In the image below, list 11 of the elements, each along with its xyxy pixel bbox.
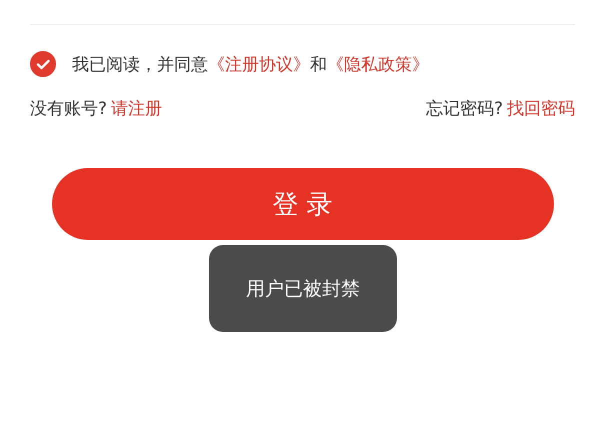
recover-password-link[interactable]: 找回密码	[507, 97, 575, 120]
agreement-link[interactable]: 《隐私政策》	[327, 54, 429, 74]
checkmark-icon	[36, 59, 50, 69]
checkbox[interactable]	[30, 51, 56, 77]
register-link[interactable]: 请注册	[111, 97, 162, 120]
forgot-password-prompt: 忘记密码?	[426, 98, 503, 120]
register-prompt: 没有账号?	[30, 98, 108, 120]
agreement-text: 我已阅读，并同意《注册协议》和《隐私政策》	[72, 54, 429, 76]
agreement-link[interactable]: 《注册协议》	[208, 54, 310, 74]
login-button[interactable]: 登 录	[52, 168, 554, 240]
toast-message: 用户已被封禁	[209, 245, 397, 332]
